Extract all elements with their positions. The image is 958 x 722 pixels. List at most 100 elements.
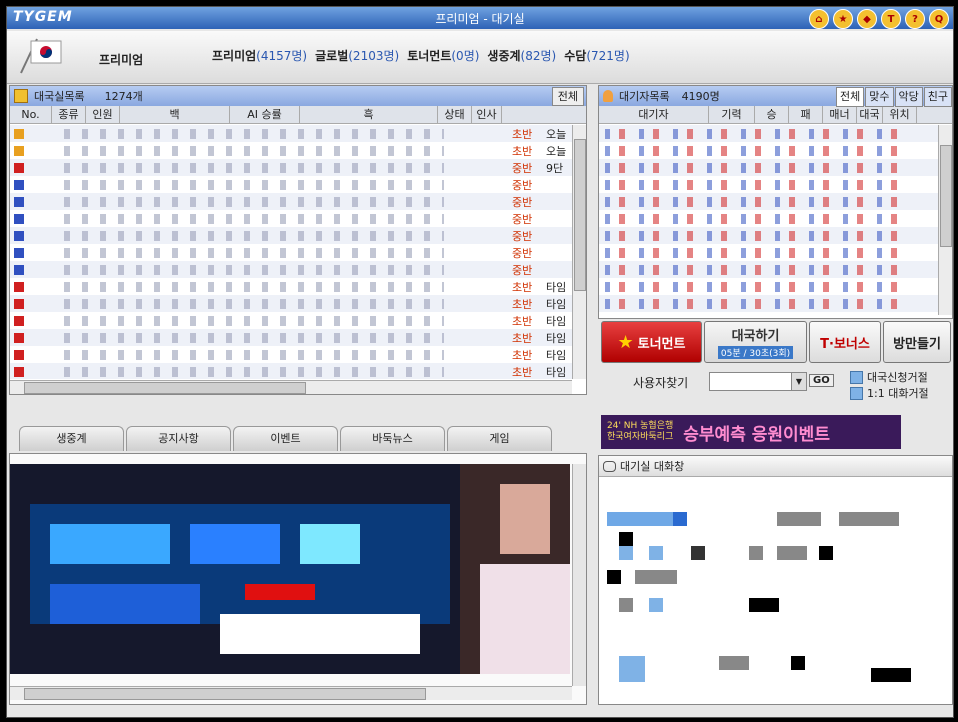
column-header[interactable]: 백: [120, 106, 230, 123]
tbonus-button[interactable]: T·보너스: [809, 321, 881, 363]
waiting-tab[interactable]: 악당: [894, 87, 923, 107]
list-item[interactable]: [599, 295, 938, 312]
scroll-thumb[interactable]: [24, 382, 306, 394]
bottom-tab[interactable]: 공지사항: [126, 426, 231, 451]
column-header[interactable]: 승: [755, 106, 789, 123]
game-greeting: 타임: [546, 365, 567, 379]
room-type-icon: [14, 298, 24, 309]
list-item[interactable]: [599, 210, 938, 227]
waiting-tab[interactable]: 맞수: [865, 87, 894, 107]
match-button[interactable]: 대국하기 05분 / 30초(3회): [704, 321, 807, 363]
table-row[interactable]: 초반 오늘: [10, 142, 572, 159]
list-item[interactable]: [599, 142, 938, 159]
column-header[interactable]: 흑: [300, 106, 438, 123]
table-row[interactable]: 초반 오늘: [10, 125, 572, 142]
column-header[interactable]: 패: [789, 106, 823, 123]
game-list-all-button[interactable]: 전체: [551, 87, 584, 106]
column-header[interactable]: 인원: [86, 106, 120, 123]
table-row[interactable]: 중반: [10, 176, 572, 193]
scroll-thumb[interactable]: [574, 139, 586, 291]
table-row[interactable]: 초반 타임: [10, 363, 572, 379]
obscured-row-content: [64, 264, 444, 275]
column-header[interactable]: 대기자: [599, 106, 709, 123]
list-item[interactable]: [599, 261, 938, 278]
home-icon[interactable]: ⌂: [809, 9, 829, 29]
chevron-down-icon[interactable]: ▼: [791, 373, 806, 390]
table-row[interactable]: 초반 타임: [10, 329, 572, 346]
room-link-1[interactable]: 글로벌(2103명): [315, 47, 399, 64]
obscured-row-content: [64, 213, 444, 224]
column-header[interactable]: 종류: [52, 106, 86, 123]
room-name: 수담: [564, 49, 587, 63]
table-row[interactable]: 중반: [10, 244, 572, 261]
table-row[interactable]: 초반 타임: [10, 278, 572, 295]
room-link-3[interactable]: 생중계(82명): [487, 47, 556, 64]
game-list-hscroll[interactable]: [10, 380, 572, 394]
list-item[interactable]: [599, 125, 938, 142]
refuse-match-checkbox[interactable]: 대국신청거절: [850, 369, 928, 385]
game-list-vscroll[interactable]: [572, 125, 586, 379]
chat-panel: 대기실 대화창: [598, 455, 953, 705]
scroll-thumb[interactable]: [24, 688, 426, 700]
waiting-list-vscroll[interactable]: [938, 125, 952, 315]
bottom-tab[interactable]: 이벤트: [233, 426, 338, 451]
obscured-user: [605, 247, 905, 258]
help-icon[interactable]: ?: [905, 9, 925, 29]
game-greeting: 오늘: [546, 144, 567, 158]
news-vscroll[interactable]: [572, 464, 586, 686]
room-link-0[interactable]: 프리미엄(4157명): [212, 47, 307, 64]
korea-flag-icon: [20, 38, 62, 74]
column-header[interactable]: 인사: [472, 106, 502, 123]
refuse-chat-checkbox[interactable]: 1:1 대화거절: [850, 385, 929, 401]
waiting-tab[interactable]: 전체: [836, 87, 865, 107]
event-line2: 한국여자바둑리그: [607, 432, 674, 442]
list-item[interactable]: [599, 227, 938, 244]
list-item[interactable]: [599, 278, 938, 295]
column-header[interactable]: 매너: [823, 106, 857, 123]
news-hscroll[interactable]: [10, 686, 572, 700]
rank-icon[interactable]: ★: [833, 9, 853, 29]
room-count: (4157명): [256, 49, 308, 63]
tygem-t-icon[interactable]: T: [881, 9, 901, 29]
column-header[interactable]: 대국: [857, 106, 883, 123]
bottom-tabs: 생중계 공지사항 이벤트 바둑뉴스 게임: [19, 426, 552, 451]
list-item[interactable]: [599, 159, 938, 176]
room-link-4[interactable]: 수담(721명): [564, 47, 629, 64]
create-room-button[interactable]: 방만들기: [883, 321, 951, 363]
column-header[interactable]: No.: [10, 106, 52, 123]
title-bar: TYGEM 프리미엄 - 대기실 ⌂ ★ ◆ T ? Q: [7, 7, 953, 29]
column-header[interactable]: 기력: [709, 106, 755, 123]
user-search-input[interactable]: ▼: [709, 372, 807, 391]
column-header[interactable]: 위치: [883, 106, 917, 123]
list-item[interactable]: [599, 244, 938, 261]
table-row[interactable]: 중반: [10, 261, 572, 278]
bottom-tab[interactable]: 바둑뉴스: [340, 426, 445, 451]
game-greeting: 타임: [546, 348, 567, 362]
table-row[interactable]: 초반 타임: [10, 312, 572, 329]
table-row[interactable]: 중반 9단: [10, 159, 572, 176]
deco-icon[interactable]: ◆: [857, 9, 877, 29]
table-row[interactable]: 초반 타임: [10, 346, 572, 363]
bottom-tab[interactable]: 게임: [447, 426, 552, 451]
table-row[interactable]: 중반: [10, 193, 572, 210]
waiting-tab[interactable]: 친구: [923, 87, 952, 107]
room-type-icon: [14, 145, 24, 156]
event-banner[interactable]: 24' NH 농협은행 한국여자바둑리그 승부예측 응원이벤트: [601, 415, 901, 449]
game-list-columns: No. 종류 인원 백 AI 승률 흑 상태 인사: [10, 106, 586, 124]
table-row[interactable]: 중반: [10, 210, 572, 227]
column-header[interactable]: AI 승률: [230, 106, 300, 123]
search-go-button[interactable]: GO: [809, 374, 834, 387]
obscured-row-content: [64, 298, 444, 309]
list-item[interactable]: [599, 176, 938, 193]
bottom-tab[interactable]: 생중계: [19, 426, 124, 451]
table-row[interactable]: 중반: [10, 227, 572, 244]
room-name: 프리미엄: [212, 49, 257, 63]
column-header[interactable]: 상태: [438, 106, 472, 123]
tournament-button[interactable]: ★ 토너먼트: [601, 321, 702, 363]
list-item[interactable]: [599, 193, 938, 210]
room-link-2[interactable]: 토너먼트(0명): [407, 47, 479, 64]
quiz-icon[interactable]: Q: [929, 9, 949, 29]
event-sponsor: 24' NH 농협은행 한국여자바둑리그: [607, 421, 673, 443]
scroll-thumb[interactable]: [940, 145, 952, 247]
table-row[interactable]: 초반 타임: [10, 295, 572, 312]
